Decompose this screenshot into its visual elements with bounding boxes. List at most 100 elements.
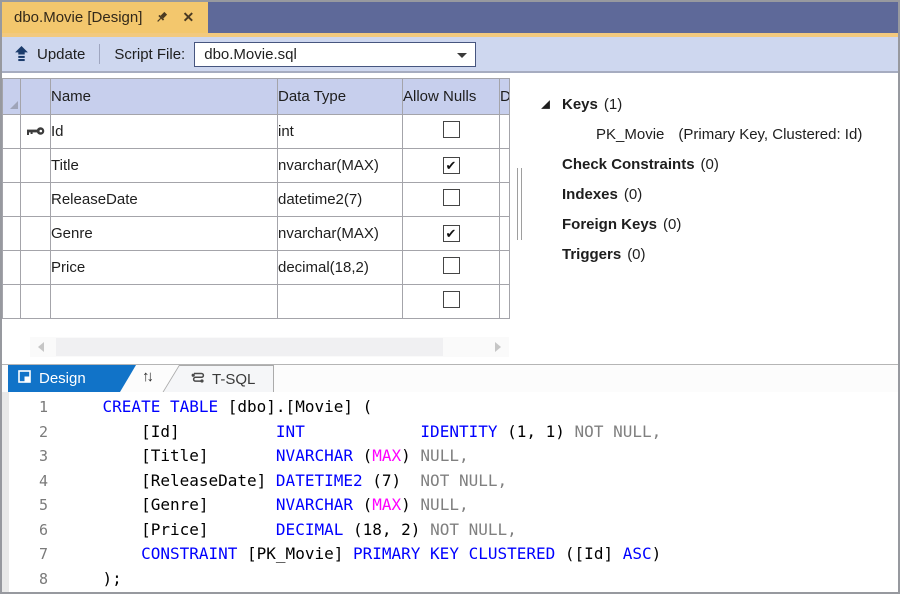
tree-item-triggers[interactable]: Triggers(0) bbox=[540, 239, 862, 269]
code-line: 5 [Genre] NVARCHAR (MAX) NULL, bbox=[2, 493, 898, 518]
code-text: [Title] NVARCHAR (MAX) NULL, bbox=[64, 444, 469, 469]
key-cell bbox=[21, 217, 51, 251]
tree-item-count: (0) bbox=[627, 246, 645, 263]
table-row[interactable]: Pricedecimal(18,2) bbox=[3, 251, 510, 285]
column-name-cell[interactable]: Price bbox=[51, 251, 278, 285]
code-line: 2 [Id] INT IDENTITY (1, 1) NOT NULL, bbox=[2, 420, 898, 445]
swap-panes-button[interactable]: ↑↓ bbox=[142, 368, 151, 385]
clipped-cell bbox=[500, 149, 510, 183]
row-selector[interactable] bbox=[3, 251, 21, 285]
allow-nulls-checkbox[interactable]: ✔ bbox=[443, 157, 460, 174]
data-type-cell[interactable]: nvarchar(MAX) bbox=[278, 149, 403, 183]
key-cell bbox=[21, 149, 51, 183]
code-text: ); bbox=[64, 567, 122, 592]
column-name-cell[interactable]: Genre bbox=[51, 217, 278, 251]
tree-item-count: (1) bbox=[604, 96, 622, 113]
allow-nulls-checkbox[interactable] bbox=[443, 121, 460, 138]
scrollbar-thumb[interactable] bbox=[56, 338, 443, 356]
table-row[interactable] bbox=[3, 285, 510, 319]
close-icon[interactable]: ✕ bbox=[180, 10, 196, 26]
column-name-cell[interactable]: Id bbox=[51, 115, 278, 149]
data-type-cell[interactable] bbox=[278, 285, 403, 319]
select-all-corner[interactable] bbox=[3, 79, 21, 115]
column-name-cell[interactable]: Title bbox=[51, 149, 278, 183]
horizontal-scrollbar[interactable] bbox=[30, 337, 509, 357]
column-name-cell[interactable] bbox=[51, 285, 278, 319]
tree-item-indexes[interactable]: Indexes(0) bbox=[540, 179, 862, 209]
clipped-cell bbox=[500, 183, 510, 217]
table-row[interactable]: Idint bbox=[3, 115, 510, 149]
key-column-header[interactable] bbox=[21, 79, 51, 115]
expander-icon[interactable] bbox=[540, 99, 553, 110]
row-selector[interactable] bbox=[3, 217, 21, 251]
data-type-cell[interactable]: nvarchar(MAX) bbox=[278, 217, 403, 251]
code-text: CREATE TABLE [dbo].[Movie] ( bbox=[64, 395, 372, 420]
columns-grid-body: IdintTitlenvarchar(MAX) ✔ ReleaseDatedatet… bbox=[3, 115, 510, 319]
column-name-cell[interactable]: ReleaseDate bbox=[51, 183, 278, 217]
allow-nulls-column-header[interactable]: Allow Nulls bbox=[403, 79, 500, 115]
row-selector[interactable] bbox=[3, 285, 21, 319]
tree-item-label: Indexes bbox=[562, 186, 618, 203]
code-editor[interactable]: 1 CREATE TABLE [dbo].[Movie] (2 [Id] INT… bbox=[2, 392, 898, 592]
pane-splitter[interactable] bbox=[517, 168, 522, 240]
document-tab[interactable]: dbo.Movie [Design] ✕ bbox=[2, 2, 208, 33]
tree-item-label: Foreign Keys bbox=[562, 216, 657, 233]
grid-header-row: Name Data Type Allow Nulls D bbox=[3, 79, 510, 115]
script-file-combobox[interactable]: dbo.Movie.sql bbox=[194, 42, 476, 67]
table-designer-window: dbo.Movie [Design] ✕ Update Script File:… bbox=[0, 0, 900, 594]
key-name: PK_Movie bbox=[596, 126, 664, 143]
scroll-left-arrow-icon[interactable] bbox=[38, 342, 44, 352]
script-file-label: Script File: bbox=[114, 46, 185, 63]
data-type-column-header[interactable]: Data Type bbox=[278, 79, 403, 115]
tree-item-foreign-keys[interactable]: Foreign Keys(0) bbox=[540, 209, 862, 239]
data-type-cell[interactable]: int bbox=[278, 115, 403, 149]
code-line: 4 [ReleaseDate] DATETIME2 (7) NOT NULL, bbox=[2, 469, 898, 494]
key-detail: (Primary Key, Clustered: Id) bbox=[678, 126, 862, 143]
allow-nulls-cell: ✔ bbox=[403, 149, 500, 183]
allow-nulls-cell bbox=[403, 251, 500, 285]
tree-item-check-constraints[interactable]: Check Constraints(0) bbox=[540, 149, 862, 179]
designer-toolbar: Update Script File: dbo.Movie.sql bbox=[2, 37, 898, 73]
allow-nulls-checkbox[interactable] bbox=[443, 189, 460, 206]
clipped-column-header[interactable]: D bbox=[500, 79, 510, 115]
row-selector[interactable] bbox=[3, 115, 21, 149]
key-cell bbox=[21, 115, 51, 149]
document-tab-bar: dbo.Movie [Design] ✕ bbox=[2, 2, 898, 33]
code-line: 3 [Title] NVARCHAR (MAX) NULL, bbox=[2, 444, 898, 469]
name-column-header[interactable]: Name bbox=[51, 79, 278, 115]
allow-nulls-checkbox[interactable] bbox=[443, 291, 460, 308]
data-type-cell[interactable]: datetime2(7) bbox=[278, 183, 403, 217]
code-line: 1 CREATE TABLE [dbo].[Movie] ( bbox=[2, 395, 898, 420]
code-text: [Price] DECIMAL (18, 2) NOT NULL, bbox=[64, 518, 517, 543]
table-row[interactable]: ReleaseDatedatetime2(7) bbox=[3, 183, 510, 217]
row-selector[interactable] bbox=[3, 149, 21, 183]
editor-margin bbox=[2, 392, 9, 592]
update-icon bbox=[14, 46, 29, 62]
allow-nulls-checkbox[interactable] bbox=[443, 257, 460, 274]
tree-child-pk_movie[interactable]: PK_Movie (Primary Key, Clustered: Id) bbox=[540, 119, 862, 149]
bottom-tab-bar: Design ↑↓ T-SQL bbox=[2, 364, 898, 392]
document-tab-title: dbo.Movie [Design] bbox=[14, 9, 142, 26]
expanded-triangle-icon bbox=[540, 99, 551, 110]
allow-nulls-checkbox[interactable]: ✔ bbox=[443, 225, 460, 242]
row-selector[interactable] bbox=[3, 183, 21, 217]
scroll-right-arrow-icon[interactable] bbox=[495, 342, 501, 352]
tree-item-keys[interactable]: Keys(1) bbox=[540, 89, 862, 119]
chevron-down-icon[interactable] bbox=[457, 53, 467, 58]
tab-design[interactable]: Design bbox=[8, 365, 136, 392]
clipped-cell bbox=[500, 251, 510, 285]
key-cell bbox=[21, 183, 51, 217]
allow-nulls-cell bbox=[403, 115, 500, 149]
clipped-cell bbox=[500, 115, 510, 149]
data-type-cell[interactable]: decimal(18,2) bbox=[278, 251, 403, 285]
toolbar-separator bbox=[99, 44, 100, 64]
tab-tsql[interactable]: T-SQL bbox=[162, 365, 274, 393]
code-text: CONSTRAINT [PK_Movie] PRIMARY KEY CLUSTE… bbox=[64, 542, 661, 567]
select-all-triangle-icon bbox=[10, 101, 18, 109]
tsql-script-icon bbox=[190, 371, 205, 388]
table-row[interactable]: Titlenvarchar(MAX) ✔ bbox=[3, 149, 510, 183]
update-button[interactable]: Update bbox=[37, 46, 85, 63]
pin-icon[interactable] bbox=[153, 10, 169, 26]
tree-item-label: Check Constraints bbox=[562, 156, 695, 173]
table-row[interactable]: Genrenvarchar(MAX) ✔ bbox=[3, 217, 510, 251]
